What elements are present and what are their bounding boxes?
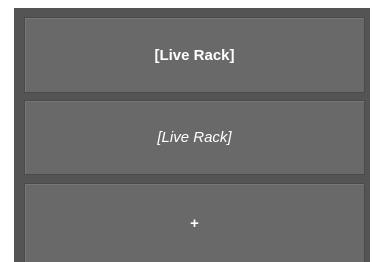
add-rack-button[interactable]: + xyxy=(24,183,365,262)
plus-icon: + xyxy=(190,214,199,232)
rack-slot-label: [Live Rack] xyxy=(154,46,235,64)
rack-panel: [Live Rack] [Live Rack] + xyxy=(14,8,370,262)
rack-slot-active[interactable]: [Live Rack] xyxy=(24,17,365,93)
rack-slot-inactive[interactable]: [Live Rack] xyxy=(24,100,365,175)
rack-slot-label: [Live Rack] xyxy=(157,129,232,146)
